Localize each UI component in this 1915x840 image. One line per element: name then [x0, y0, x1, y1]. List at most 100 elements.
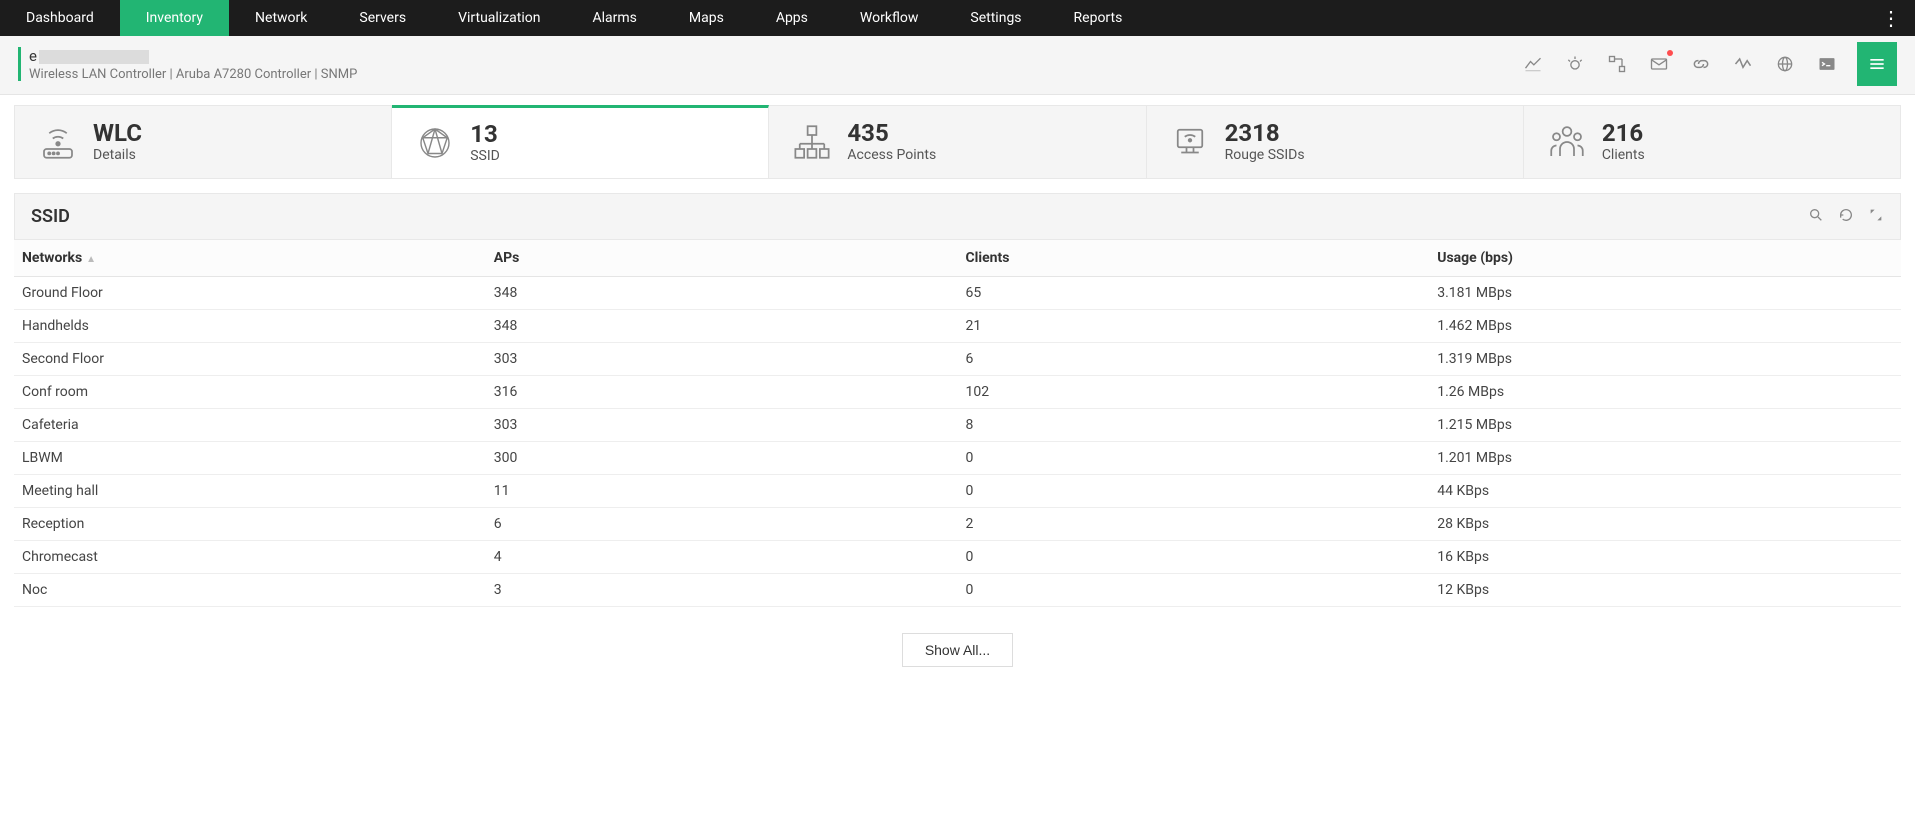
cell-network: Ground Floor	[14, 277, 486, 310]
chart-icon[interactable]	[1513, 48, 1553, 80]
stat-label: Clients	[1602, 147, 1645, 163]
column-usage-bps-[interactable]: Usage (bps)	[1429, 240, 1901, 277]
cell-aps: 300	[486, 442, 958, 475]
cell-aps: 3	[486, 574, 958, 607]
stat-label: SSID	[470, 148, 500, 164]
cell-network: Second Floor	[14, 343, 486, 376]
table-row[interactable]: Cafeteria30381.215 MBps	[14, 409, 1901, 442]
cell-network: LBWM	[14, 442, 486, 475]
activity-icon[interactable]	[1723, 48, 1763, 80]
nav-item-alarms[interactable]: Alarms	[566, 0, 662, 36]
refresh-icon[interactable]	[1838, 207, 1854, 227]
column-aps[interactable]: APs	[486, 240, 958, 277]
stat-label: Rouge SSIDs	[1225, 147, 1305, 163]
cell-network: Noc	[14, 574, 486, 607]
cell-aps: 316	[486, 376, 958, 409]
stat-card-access-points[interactable]: 435Access Points	[769, 106, 1146, 178]
table-row[interactable]: LBWM30001.201 MBps	[14, 442, 1901, 475]
cell-aps: 11	[486, 475, 958, 508]
link-icon[interactable]	[1681, 48, 1721, 80]
cell-clients: 0	[958, 475, 1430, 508]
nav-item-maps[interactable]: Maps	[663, 0, 750, 36]
table-row[interactable]: Second Floor30361.319 MBps	[14, 343, 1901, 376]
clients-icon	[1546, 121, 1588, 163]
cell-aps: 348	[486, 277, 958, 310]
nav-item-apps[interactable]: Apps	[750, 0, 834, 36]
nav-item-dashboard[interactable]: Dashboard	[0, 0, 120, 36]
nav-item-network[interactable]: Network	[229, 0, 333, 36]
cell-usage: 1.462 MBps	[1429, 310, 1901, 343]
table-row[interactable]: Meeting hall11044 KBps	[14, 475, 1901, 508]
stats-bar: WLC Details 13 SSID 435Access Points 2318 Roug…	[14, 105, 1901, 179]
cell-clients: 2	[958, 508, 1430, 541]
stat-value: 216	[1602, 121, 1645, 145]
cell-usage: 1.215 MBps	[1429, 409, 1901, 442]
cell-usage: 16 KBps	[1429, 541, 1901, 574]
cell-network: Conf room	[14, 376, 486, 409]
nav-item-inventory[interactable]: Inventory	[120, 0, 229, 36]
cell-aps: 348	[486, 310, 958, 343]
status-marker	[18, 47, 21, 81]
table-row[interactable]: Noc3012 KBps	[14, 574, 1901, 607]
nav-item-reports[interactable]: Reports	[1048, 0, 1149, 36]
ap-icon	[791, 121, 833, 163]
alarm-icon[interactable]	[1555, 48, 1595, 80]
ssid-panel: SSID Networks▲APsClientsUsage (bps) Grou…	[14, 193, 1901, 667]
stat-value: 2318	[1225, 121, 1305, 145]
cell-aps: 6	[486, 508, 958, 541]
notification-dot	[1667, 50, 1673, 56]
top-nav: DashboardInventoryNetworkServersVirtuali…	[0, 0, 1915, 36]
device-name-prefix: e	[29, 47, 37, 65]
table-row[interactable]: Ground Floor348653.181 MBps	[14, 277, 1901, 310]
terminal-icon[interactable]	[1807, 48, 1847, 80]
device-subtitle: Wireless LAN Controller | Aruba A7280 Co…	[29, 67, 357, 82]
nav-item-settings[interactable]: Settings	[944, 0, 1047, 36]
table-row[interactable]: Conf room3161021.26 MBps	[14, 376, 1901, 409]
more-menu-icon[interactable]: ⋮	[1867, 0, 1915, 36]
rogue-icon	[1169, 121, 1211, 163]
column-networks[interactable]: Networks▲	[14, 240, 486, 277]
column-clients[interactable]: Clients	[958, 240, 1430, 277]
cell-network: Reception	[14, 508, 486, 541]
stat-value: 13	[470, 122, 500, 146]
cell-network: Chromecast	[14, 541, 486, 574]
device-actions	[1513, 42, 1897, 86]
cell-aps: 303	[486, 409, 958, 442]
cell-usage: 3.181 MBps	[1429, 277, 1901, 310]
stat-card-clients[interactable]: 216 Clients	[1524, 106, 1900, 178]
mail-icon[interactable]	[1639, 48, 1679, 80]
panel-header: SSID	[14, 193, 1901, 240]
hamburger-menu[interactable]	[1857, 42, 1897, 86]
cell-usage: 1.319 MBps	[1429, 343, 1901, 376]
stat-card-details[interactable]: WLC Details	[15, 106, 392, 178]
globe-icon[interactable]	[1765, 48, 1805, 80]
panel-tools	[1808, 207, 1884, 227]
cell-clients: 8	[958, 409, 1430, 442]
stat-card-ssid[interactable]: 13 SSID	[392, 105, 769, 178]
table-row[interactable]: Handhelds348211.462 MBps	[14, 310, 1901, 343]
panel-title: SSID	[31, 206, 70, 227]
cell-usage: 1.201 MBps	[1429, 442, 1901, 475]
stat-value: 435	[847, 121, 936, 145]
cell-usage: 12 KBps	[1429, 574, 1901, 607]
nav-item-servers[interactable]: Servers	[333, 0, 432, 36]
stat-value: WLC	[93, 121, 142, 145]
expand-icon[interactable]	[1868, 207, 1884, 227]
stat-label: Details	[93, 147, 142, 163]
topology-icon[interactable]	[1597, 48, 1637, 80]
cell-network: Meeting hall	[14, 475, 486, 508]
globe-icon	[414, 122, 456, 164]
cell-aps: 303	[486, 343, 958, 376]
cell-aps: 4	[486, 541, 958, 574]
table-row[interactable]: Reception6228 KBps	[14, 508, 1901, 541]
nav-item-virtualization[interactable]: Virtualization	[432, 0, 566, 36]
stat-card-rouge-ssids[interactable]: 2318 Rouge SSIDs	[1147, 106, 1524, 178]
ssid-table: Networks▲APsClientsUsage (bps) Ground Fl…	[14, 240, 1901, 607]
nav-item-workflow[interactable]: Workflow	[834, 0, 945, 36]
cell-clients: 65	[958, 277, 1430, 310]
show-all-button[interactable]: Show All...	[902, 633, 1013, 667]
search-icon[interactable]	[1808, 207, 1824, 227]
device-header: e Wireless LAN Controller | Aruba A7280 …	[0, 36, 1915, 95]
cell-clients: 0	[958, 574, 1430, 607]
table-row[interactable]: Chromecast4016 KBps	[14, 541, 1901, 574]
